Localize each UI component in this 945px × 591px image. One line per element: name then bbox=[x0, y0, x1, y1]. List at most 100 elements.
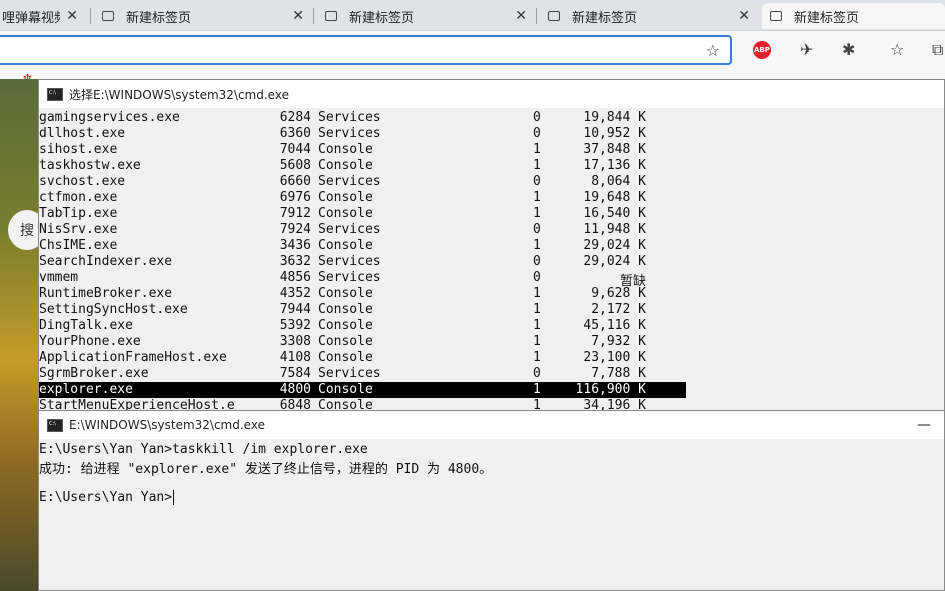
tab-title: 新建标签页 bbox=[572, 10, 638, 26]
process-row[interactable]: svchost.exe 6660 Services 0 8,064 K bbox=[39, 174, 686, 190]
tasklist-output[interactable]: gamingservices.exe 6284 Services 0 19,844 Kd… bbox=[39, 108, 944, 410]
new-tab-icon bbox=[548, 11, 560, 21]
process-row[interactable]: taskhostw.exe 5608 Console 1 17,136 K bbox=[39, 158, 686, 174]
session-name: Console bbox=[318, 334, 373, 349]
memory-usage: 11,948 K bbox=[583, 222, 646, 237]
process-row[interactable]: DingTalk.exe 5392 Console 1 45,116 K bbox=[39, 318, 686, 334]
process-row[interactable]: YourPhone.exe 3308 Console 1 7,932 K bbox=[39, 334, 686, 350]
tab-close-icon[interactable]: ✕ bbox=[515, 8, 527, 24]
session-number: 0 bbox=[533, 174, 541, 189]
process-row[interactable]: StartMenuExperienceHost.e 6848 Console 1 34,… bbox=[39, 398, 686, 410]
tab-close-icon[interactable]: ✕ bbox=[738, 8, 750, 24]
process-name: gamingservices.exe bbox=[39, 110, 180, 125]
tab-title: 哩弹幕视频 bbox=[2, 10, 60, 26]
process-name: sihost.exe bbox=[39, 142, 118, 157]
process-name: vmmem bbox=[39, 270, 79, 285]
process-row[interactable]: ctfmon.exe 6976 Console 1 19,648 K bbox=[39, 190, 686, 206]
process-name: SgrmBroker.exe bbox=[39, 366, 149, 381]
process-row[interactable]: SgrmBroker.exe 7584 Services 0 7,788 K bbox=[39, 366, 686, 382]
favorites-icon[interactable]: ☆ bbox=[890, 40, 904, 59]
process-pid: 4800 bbox=[279, 382, 311, 397]
memory-usage: 37,848 K bbox=[583, 142, 646, 157]
tab-1[interactable]: 新建标签页 ✕ bbox=[94, 3, 312, 29]
process-row[interactable]: dllhost.exe 6360 Services 0 10,952 K bbox=[39, 126, 686, 142]
session-number: 1 bbox=[533, 318, 541, 333]
memory-usage: 9,628 K bbox=[591, 286, 646, 301]
session-name: Console bbox=[318, 302, 373, 317]
session-number: 0 bbox=[533, 270, 541, 285]
process-pid: 4352 bbox=[279, 286, 311, 301]
process-pid: 6660 bbox=[279, 174, 311, 189]
process-pid: 7912 bbox=[279, 206, 311, 221]
session-name: Console bbox=[318, 350, 373, 365]
process-name: NisSrv.exe bbox=[39, 222, 118, 237]
memory-usage: 45,116 K bbox=[583, 318, 646, 333]
process-row-selected[interactable]: explorer.exe 4800 Console 1 116,900 K bbox=[39, 382, 686, 398]
tab-close-icon[interactable]: ✕ bbox=[292, 8, 304, 24]
process-name: SearchIndexer.exe bbox=[39, 254, 173, 269]
session-number: 1 bbox=[533, 398, 541, 410]
session-name: Console bbox=[318, 382, 373, 397]
tab-title: 新建标签页 bbox=[126, 10, 192, 26]
process-row[interactable]: ChsIME.exe 3436 Console 1 29,024 K bbox=[39, 238, 686, 254]
process-row[interactable]: TabTip.exe 7912 Console 1 16,540 K bbox=[39, 206, 686, 222]
command-line: E:\Users\Yan Yan>taskkill /im explorer.e… bbox=[39, 442, 368, 457]
session-number: 1 bbox=[533, 302, 541, 317]
new-tab-icon bbox=[770, 11, 782, 21]
process-pid: 3436 bbox=[279, 238, 311, 253]
process-row[interactable]: RuntimeBroker.exe 4352 Console 1 9,628 K bbox=[39, 286, 686, 302]
session-number: 1 bbox=[533, 142, 541, 157]
tab-0[interactable]: 哩弹幕视频 ✕ bbox=[0, 3, 86, 29]
tab-4-active[interactable]: 新建标签页 bbox=[762, 3, 945, 29]
cmd-window-taskkill[interactable]: E:\WINDOWS\system32\cmd.exe — E:\Users\Y… bbox=[38, 410, 945, 591]
extension-arrow-icon[interactable]: ✈ bbox=[800, 40, 813, 59]
address-bar[interactable]: ☆ bbox=[0, 35, 732, 65]
process-row[interactable]: vmmem 4856 Services 0 暂缺 bbox=[39, 270, 686, 289]
process-name: explorer.exe bbox=[39, 382, 133, 397]
session-name: Console bbox=[318, 206, 373, 221]
add-favorite-icon[interactable]: ☆ bbox=[706, 41, 720, 60]
output-line: 成功: 给进程 "explorer.exe" 发送了终止信号，进程的 PID 为… bbox=[39, 462, 493, 477]
session-number: 0 bbox=[533, 254, 541, 269]
cmd-window-tasklist[interactable]: 选择E:\WINDOWS\system32\cmd.exe gamingserv… bbox=[38, 79, 945, 411]
session-number: 1 bbox=[533, 238, 541, 253]
process-row[interactable]: NisSrv.exe 7924 Services 0 11,948 K bbox=[39, 222, 686, 238]
cmd-titlebar[interactable]: 选择E:\WINDOWS\system32\cmd.exe bbox=[39, 80, 944, 108]
text-cursor bbox=[173, 490, 175, 505]
memory-usage: 23,100 K bbox=[583, 350, 646, 365]
process-name: StartMenuExperienceHost.e bbox=[39, 398, 235, 410]
tab-3[interactable]: 新建标签页 ✕ bbox=[540, 3, 758, 29]
adblock-icon[interactable]: ABP bbox=[753, 41, 771, 59]
cmd-titlebar[interactable]: E:\WINDOWS\system32\cmd.exe — bbox=[39, 411, 944, 439]
memory-usage: 29,024 K bbox=[583, 238, 646, 253]
cmd-output[interactable]: E:\Users\Yan Yan>taskkill /im explorer.e… bbox=[39, 439, 944, 590]
process-name: DingTalk.exe bbox=[39, 318, 133, 333]
process-name: ApplicationFrameHost.exe bbox=[39, 350, 227, 365]
session-name: Console bbox=[318, 158, 373, 173]
memory-usage: 34,196 K bbox=[583, 398, 646, 410]
process-row[interactable]: SearchIndexer.exe 3632 Services 0 29,024 K bbox=[39, 254, 686, 270]
tab-title: 新建标签页 bbox=[349, 10, 415, 26]
session-name: Console bbox=[318, 190, 373, 205]
process-row[interactable]: gamingservices.exe 6284 Services 0 19,844 K bbox=[39, 110, 686, 126]
process-pid: 4108 bbox=[279, 350, 311, 365]
tab-separator bbox=[313, 8, 314, 24]
session-name: Services bbox=[318, 174, 381, 189]
minimize-icon[interactable]: — bbox=[904, 417, 944, 433]
session-name: Console bbox=[318, 142, 373, 157]
tab-close-icon[interactable]: ✕ bbox=[66, 8, 78, 24]
process-name: taskhostw.exe bbox=[39, 158, 141, 173]
collections-icon[interactable]: ⧉ bbox=[932, 40, 943, 60]
puzzle-icon[interactable]: ✱ bbox=[842, 40, 855, 59]
process-row[interactable]: ApplicationFrameHost.exe 4108 Console 1 23,1… bbox=[39, 350, 686, 366]
process-pid: 4856 bbox=[279, 270, 311, 285]
tab-title: 新建标签页 bbox=[794, 10, 860, 26]
window-controls: — bbox=[904, 411, 944, 439]
process-name: RuntimeBroker.exe bbox=[39, 286, 173, 301]
process-pid: 3632 bbox=[279, 254, 311, 269]
process-row[interactable]: sihost.exe 7044 Console 1 37,848 K bbox=[39, 142, 686, 158]
session-number: 1 bbox=[533, 334, 541, 349]
session-number: 1 bbox=[533, 286, 541, 301]
process-row[interactable]: SettingSyncHost.exe 7944 Console 1 2,172 K bbox=[39, 302, 686, 318]
tab-2[interactable]: 新建标签页 ✕ bbox=[317, 3, 535, 29]
